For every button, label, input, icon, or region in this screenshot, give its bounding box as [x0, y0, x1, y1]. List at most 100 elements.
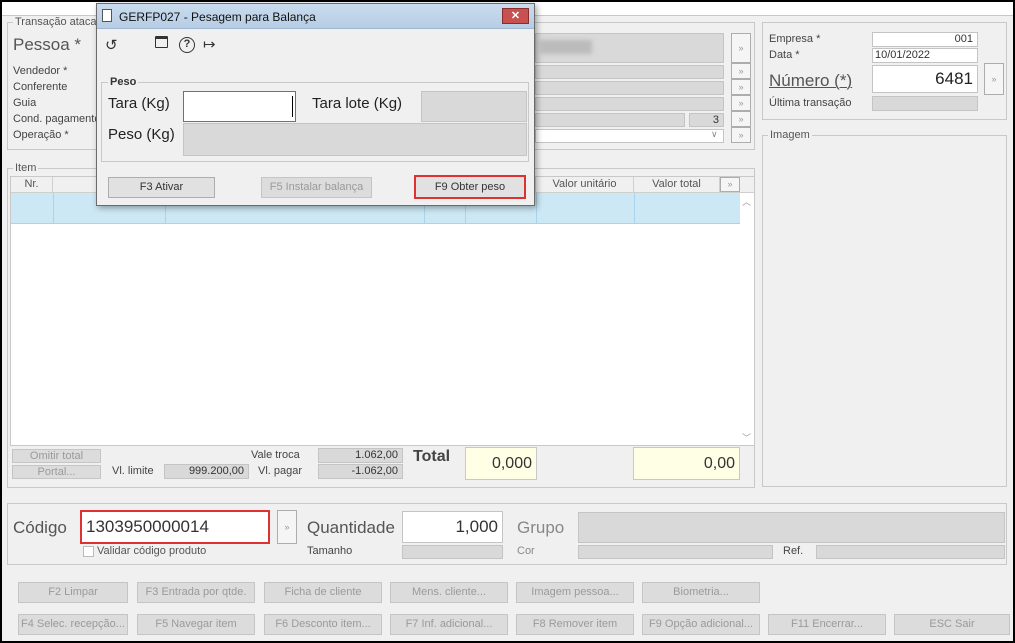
- conferente-lookup-button[interactable]: »: [731, 79, 751, 95]
- ficha-cliente-button[interactable]: Ficha de cliente: [264, 582, 382, 603]
- mens-cliente-button[interactable]: Mens. cliente...: [390, 582, 508, 603]
- imagem-group-title: Imagem: [768, 129, 812, 141]
- total-qty-field: 0,000: [465, 447, 537, 480]
- imagem-group: Imagem: [762, 129, 1007, 487]
- f3-entrada-button[interactable]: F3 Entrada por qtde.: [137, 582, 255, 603]
- tamanho-field: [402, 545, 503, 559]
- guia-label: Guia: [13, 97, 37, 109]
- col-nr[interactable]: Nr.: [11, 177, 53, 192]
- biometria-button[interactable]: Biometria...: [642, 582, 760, 603]
- total-label: Total: [413, 448, 451, 465]
- tara-label: Tara (Kg): [108, 95, 170, 112]
- conferente-field[interactable]: [535, 81, 724, 95]
- vl-pagar-label: Vl. pagar: [258, 465, 303, 477]
- f9-opcao-adicional-button[interactable]: F9 Opção adicional...: [642, 614, 760, 635]
- cor-field: [578, 545, 773, 559]
- f4-selec-recepcao-button[interactable]: F4 Selec. recepção...: [18, 614, 128, 635]
- f2-limpar-button[interactable]: F2 Limpar: [18, 582, 128, 603]
- peso-field: [183, 123, 527, 156]
- empresa-field[interactable]: 001: [872, 32, 978, 47]
- pessoa-label: Pessoa *: [13, 35, 82, 54]
- tara-input[interactable]: [183, 91, 296, 122]
- text-cursor: [292, 96, 293, 117]
- cond-lookup-button[interactable]: »: [731, 111, 751, 127]
- f11-encerrar-button[interactable]: F11 Encerrar...: [768, 614, 886, 635]
- f8-remover-item-button[interactable]: F8 Remover item: [516, 614, 634, 635]
- ultima-transacao-field: [872, 96, 978, 111]
- pessoa-lookup-button[interactable]: »: [731, 33, 751, 63]
- vendedor-label: Vendedor *: [13, 65, 68, 77]
- f9-obter-peso-button[interactable]: F9 Obter peso: [414, 175, 526, 199]
- grid-settings-button[interactable]: »: [720, 177, 740, 192]
- imagem-pessoa-button[interactable]: Imagem pessoa...: [516, 582, 634, 603]
- tara-lote-label: Tara lote (Kg): [312, 95, 403, 112]
- grupo-field: [578, 512, 1005, 543]
- vale-troca-field: 1.062,00: [318, 448, 403, 463]
- peso-group-title: Peso: [108, 76, 139, 88]
- omitir-total-button[interactable]: Omitir total: [12, 449, 101, 463]
- ref-label: Ref.: [783, 545, 804, 557]
- tamanho-label: Tamanho: [307, 545, 353, 557]
- col-valor-unitario[interactable]: Valor unitário: [536, 177, 634, 192]
- ultima-transacao-label: Última transação: [769, 97, 852, 109]
- tara-lote-field: [421, 91, 527, 122]
- vl-limite-label: Vl. limite: [112, 465, 154, 477]
- document-icon: [102, 9, 112, 22]
- f3-ativar-button[interactable]: F3 Ativar: [108, 177, 215, 198]
- vl-limite-field: 999.200,00: [164, 464, 249, 479]
- f5-navegar-item-button[interactable]: F5 Navegar item: [137, 614, 255, 635]
- scroll-up-icon[interactable]: ︿: [742, 195, 751, 208]
- validar-checkbox[interactable]: [83, 546, 94, 557]
- vendedor-field[interactable]: [535, 65, 724, 79]
- vl-pagar-field: -1.062,00: [318, 464, 403, 479]
- quantidade-field[interactable]: 1,000: [402, 511, 503, 543]
- portal-button[interactable]: Portal...: [12, 465, 101, 479]
- calendar-icon[interactable]: [155, 36, 168, 51]
- cor-label: Cor: [517, 545, 535, 557]
- numero-label: Número (*): [769, 71, 853, 90]
- pesagem-dialog: GERFP027 - Pesagem para Balança ✕ ↺ ? ↦ …: [96, 3, 535, 206]
- codigo-field[interactable]: 1303950000014: [80, 510, 270, 544]
- conferente-label: Conferente: [13, 81, 68, 93]
- operacao-select[interactable]: [535, 129, 724, 143]
- help-icon[interactable]: ?: [179, 37, 195, 53]
- close-icon[interactable]: ✕: [502, 8, 529, 24]
- peso-label: Peso (Kg): [108, 126, 175, 143]
- operacao-lookup-button[interactable]: »: [731, 127, 751, 143]
- f6-desconto-item-button[interactable]: F6 Desconto item...: [264, 614, 382, 635]
- f7-inf-adicional-button[interactable]: F7 Inf. adicional...: [390, 614, 508, 635]
- cond-pagamento-value: 3: [689, 113, 724, 127]
- dialog-title: GERFP027 - Pesagem para Balança: [119, 10, 316, 24]
- cond-pagamento-field[interactable]: [535, 113, 685, 127]
- total-value-field: 0,00: [633, 447, 740, 480]
- vale-troca-label: Vale troca: [251, 449, 300, 461]
- refresh-icon[interactable]: ↺: [105, 36, 118, 54]
- exit-icon[interactable]: ↦: [203, 35, 216, 53]
- numero-lookup-button[interactable]: »: [984, 63, 1004, 95]
- col-valor-total[interactable]: Valor total: [634, 177, 720, 192]
- scrollbar[interactable]: ︿ ﹀: [740, 193, 754, 445]
- empresa-label: Empresa *: [769, 33, 821, 45]
- operacao-label: Operação *: [13, 129, 69, 141]
- codigo-lookup-button[interactable]: »: [277, 510, 297, 544]
- data-field[interactable]: 10/01/2022: [872, 48, 978, 63]
- pessoa-blurred: [540, 40, 592, 54]
- data-label: Data *: [769, 49, 800, 61]
- guia-lookup-button[interactable]: »: [731, 95, 751, 111]
- chevron-down-icon[interactable]: ∨: [711, 129, 718, 140]
- esc-sair-button[interactable]: ESC Sair: [894, 614, 1010, 635]
- quantidade-label: Quantidade: [307, 518, 395, 537]
- vendedor-lookup-button[interactable]: »: [731, 63, 751, 79]
- item-group-title: Item: [13, 162, 39, 174]
- numero-field[interactable]: 6481: [872, 65, 978, 93]
- codigo-label: Código: [13, 518, 67, 537]
- item-grid[interactable]: Nr. Valor unitário Valor total » ︿ ﹀: [10, 176, 755, 446]
- grupo-label: Grupo: [517, 518, 565, 537]
- ref-field: [816, 545, 1005, 559]
- guia-field[interactable]: [535, 97, 724, 111]
- dialog-titlebar[interactable]: GERFP027 - Pesagem para Balança ✕: [97, 4, 534, 29]
- validar-label[interactable]: Validar código produto: [97, 545, 206, 557]
- cond-pagamento-label: Cond. pagamento: [13, 113, 101, 125]
- f5-instalar-balanca-button[interactable]: F5 Instalar balança: [261, 177, 372, 198]
- scroll-down-icon[interactable]: ﹀: [742, 431, 751, 444]
